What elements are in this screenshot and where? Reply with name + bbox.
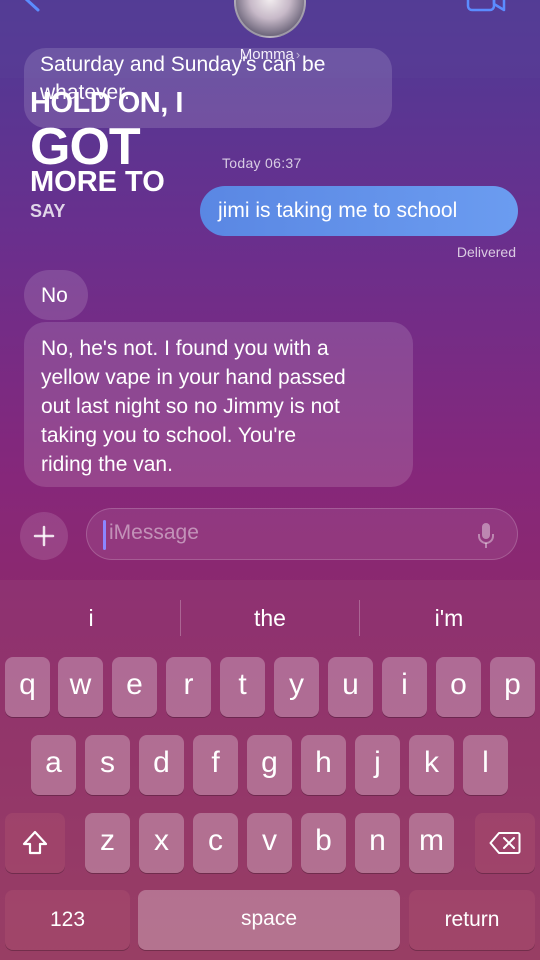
- sticker-text-line3: MORE TO: [30, 166, 165, 198]
- key-label: space: [240, 907, 298, 930]
- key-label: f: [211, 746, 220, 779]
- plus-icon: [33, 525, 55, 547]
- space-key[interactable]: space: [138, 890, 400, 950]
- delivery-status: Delivered: [456, 244, 516, 260]
- key-label: e: [126, 668, 143, 701]
- key-r[interactable]: r: [166, 657, 211, 717]
- key-j[interactable]: j: [355, 735, 400, 795]
- key-label: v: [262, 824, 277, 857]
- delete-icon: [489, 832, 521, 854]
- key-l[interactable]: l: [463, 735, 508, 795]
- key-label: q: [19, 668, 36, 701]
- key-n[interactable]: n: [355, 813, 400, 873]
- outgoing-message-text: jimi is taking me to school: [218, 199, 458, 222]
- key-label: p: [504, 668, 521, 701]
- key-k[interactable]: k: [409, 735, 454, 795]
- key-y[interactable]: y: [274, 657, 319, 717]
- sticker-text-line4: SAY: [30, 201, 66, 221]
- prediction-1[interactable]: i: [2, 600, 180, 636]
- key-label: r: [183, 668, 194, 701]
- key-label: g: [261, 746, 278, 779]
- key-label: return: [444, 908, 500, 931]
- delete-key[interactable]: [475, 813, 535, 873]
- key-w[interactable]: w: [58, 657, 103, 717]
- back-chevron-icon[interactable]: [18, 0, 44, 12]
- message-line: out last night so no Jimmy is not: [41, 395, 340, 418]
- key-q[interactable]: q: [5, 657, 50, 717]
- key-label: z: [100, 824, 115, 857]
- message-line: riding the van.: [41, 453, 173, 476]
- key-label: o: [450, 668, 467, 701]
- key-h[interactable]: h: [301, 735, 346, 795]
- microphone-icon[interactable]: [476, 522, 496, 550]
- message-line: taking you to school. You're: [41, 424, 297, 447]
- key-label: c: [208, 824, 223, 857]
- key-label: n: [369, 824, 386, 857]
- key-label: 123: [49, 908, 86, 931]
- numbers-key[interactable]: 123: [5, 890, 130, 950]
- key-label: t: [238, 668, 247, 701]
- prediction-2[interactable]: the: [181, 600, 359, 636]
- key-v[interactable]: v: [247, 813, 292, 873]
- key-label: d: [153, 746, 170, 779]
- key-m[interactable]: m: [409, 813, 454, 873]
- key-u[interactable]: u: [328, 657, 373, 717]
- key-label: h: [315, 746, 332, 779]
- key-label: u: [342, 668, 359, 701]
- incoming-message-text: No, he's not. I found you with a yellow …: [41, 334, 401, 479]
- incoming-message-text: No: [41, 284, 68, 307]
- key-a[interactable]: a: [31, 735, 76, 795]
- message-line: No, he's not. I found you with a: [41, 337, 329, 360]
- key-s[interactable]: s: [85, 735, 130, 795]
- shift-icon: [22, 830, 48, 855]
- key-c[interactable]: c: [193, 813, 238, 873]
- key-z[interactable]: z: [85, 813, 130, 873]
- text-cursor: [103, 520, 106, 550]
- key-label: m: [419, 824, 444, 857]
- previous-message-line: Saturday and Sunday's can be: [40, 53, 326, 76]
- key-label: k: [424, 746, 439, 779]
- key-label: l: [482, 746, 489, 779]
- message-timestamp: Today 06:37: [222, 155, 302, 171]
- key-f[interactable]: f: [193, 735, 238, 795]
- key-label: j: [374, 746, 381, 779]
- key-g[interactable]: g: [247, 735, 292, 795]
- key-label: s: [100, 746, 115, 779]
- key-p[interactable]: p: [490, 657, 535, 717]
- shift-key[interactable]: [5, 813, 65, 873]
- message-input-placeholder: iMessage: [109, 521, 199, 544]
- key-e[interactable]: e: [112, 657, 157, 717]
- key-o[interactable]: o: [436, 657, 481, 717]
- key-label: b: [315, 824, 332, 857]
- key-label: i: [401, 668, 408, 701]
- key-x[interactable]: x: [139, 813, 184, 873]
- key-label: a: [45, 746, 62, 779]
- key-t[interactable]: t: [220, 657, 265, 717]
- video-camera-icon[interactable]: [466, 0, 506, 14]
- sticker-text-line1: HOLD ON, I: [30, 87, 183, 119]
- key-label: y: [289, 668, 304, 701]
- key-i[interactable]: i: [382, 657, 427, 717]
- prediction-3[interactable]: i'm: [360, 600, 538, 636]
- return-key[interactable]: return: [409, 890, 535, 950]
- message-line: yellow vape in your hand passed: [41, 366, 346, 389]
- key-label: w: [69, 668, 92, 701]
- key-d[interactable]: d: [139, 735, 184, 795]
- key-b[interactable]: b: [301, 813, 346, 873]
- key-label: x: [154, 824, 169, 857]
